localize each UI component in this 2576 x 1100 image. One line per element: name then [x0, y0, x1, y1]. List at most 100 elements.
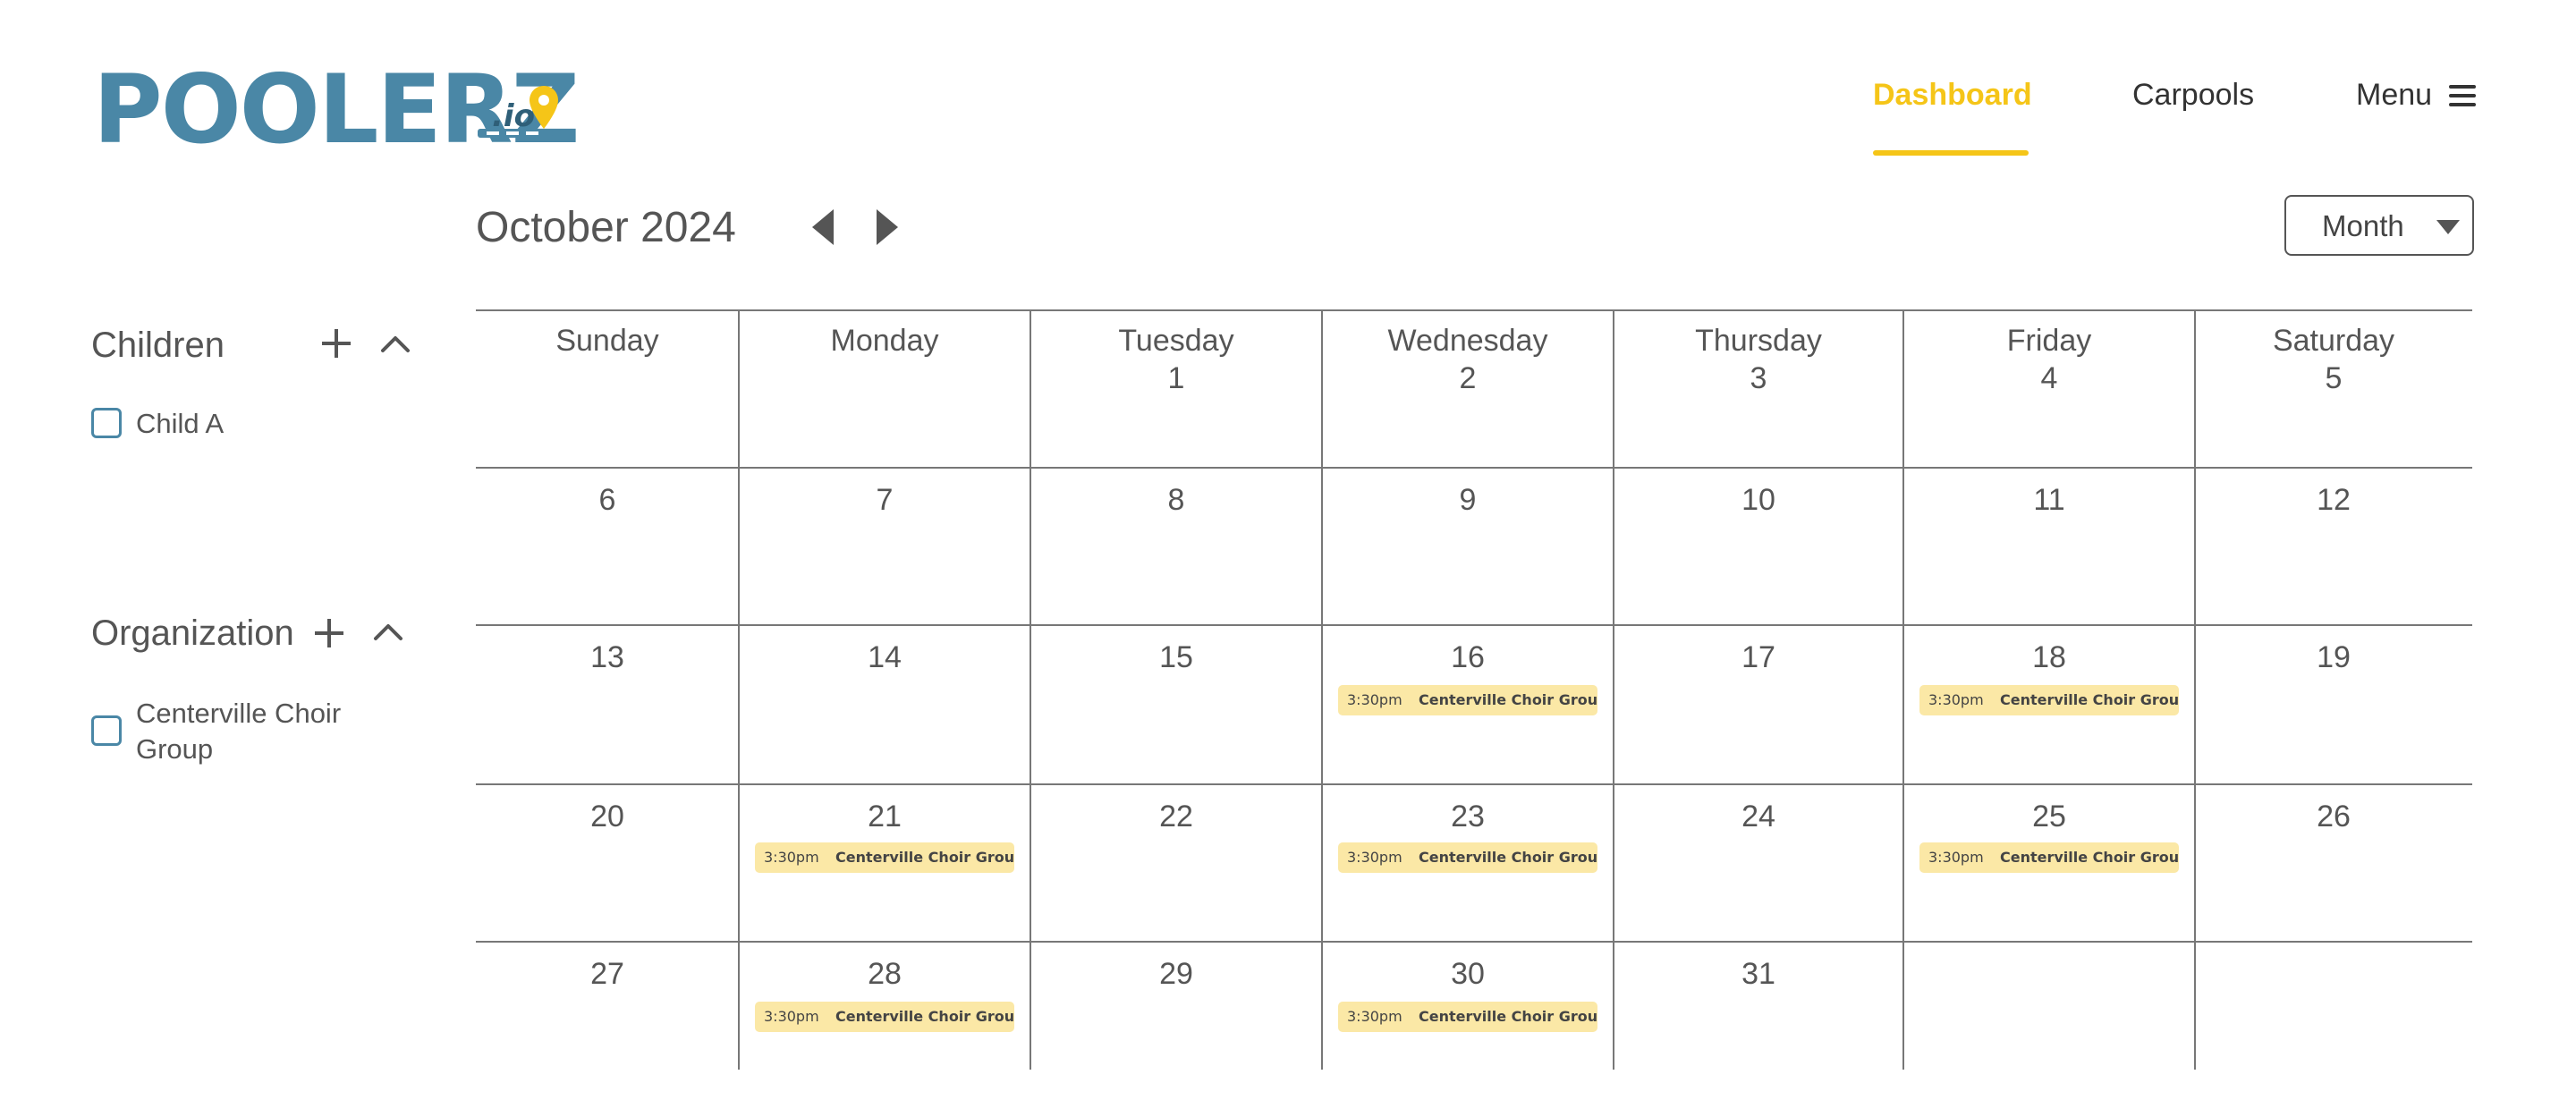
day-number: 11 [2033, 483, 2065, 517]
day-cell-8[interactable]: 8 [1030, 467, 1322, 624]
day-number: 24 [1741, 800, 1775, 833]
day-cell-30[interactable]: 30 3:30pm Centerville Choir Group [1322, 941, 1614, 1070]
day-number: 17 [1741, 640, 1775, 674]
event-name: Centerville Choir Group [1419, 691, 1597, 708]
weekday-header: Monday [830, 324, 939, 358]
calendar-event-chip[interactable]: 3:30pm Centerville Choir Group [1338, 685, 1597, 715]
day-number: 9 [1459, 483, 1477, 517]
day-cell-4[interactable]: Friday 4 [1903, 309, 2195, 467]
day-number: 31 [1741, 957, 1775, 991]
collapse-children-icon[interactable] [379, 327, 411, 360]
day-number: 25 [2032, 800, 2066, 833]
day-cell-5[interactable]: Saturday 5 [2195, 309, 2472, 467]
calendar-view-value: Month [2322, 209, 2404, 242]
day-number: 27 [590, 957, 624, 991]
weekday-header: Friday [2006, 324, 2092, 358]
day-cell-9[interactable]: 9 [1322, 467, 1614, 624]
day-number: 13 [590, 640, 624, 674]
weekday-header: Saturday [2272, 324, 2395, 358]
add-organization-icon[interactable] [313, 617, 345, 649]
empty-day-cell [2195, 941, 2472, 1070]
day-number: 5 [2325, 361, 2343, 395]
hamburger-icon[interactable] [2449, 84, 2476, 107]
day-number: 26 [2317, 800, 2351, 833]
day-number: 30 [1451, 957, 1485, 991]
calendar-grid: Sunday Monday Tuesday 1 Wednesday 2 Thursday 3 F… [476, 309, 2472, 1070]
event-name: Centerville Choir Group [2000, 691, 2179, 708]
day-cell-21[interactable]: 21 3:30pm Centerville Choir Group [739, 783, 1030, 941]
day-cell-24[interactable]: 24 [1614, 783, 1903, 941]
previous-month-icon[interactable] [809, 207, 837, 247]
organization-heading: Organization [91, 613, 294, 653]
day-cell-2[interactable]: Wednesday 2 [1322, 309, 1614, 467]
day-number: 20 [590, 800, 624, 833]
event-name: Centerville Choir Group [835, 849, 1014, 866]
nav-dashboard-link[interactable]: Dashboard [1873, 75, 2032, 114]
day-cell-7[interactable]: 7 [739, 467, 1030, 624]
day-number: 22 [1159, 800, 1193, 833]
day-cell-25[interactable]: 25 3:30pm Centerville Choir Group [1903, 783, 2195, 941]
collapse-organization-icon[interactable] [372, 615, 404, 647]
centerville-choir-label: Centerville Choir Group [136, 698, 342, 765]
weekday-header: Thursday [1695, 324, 1822, 358]
day-number: 14 [868, 640, 902, 674]
event-time: 3:30pm [1928, 849, 1984, 866]
day-cell-19[interactable]: 19 [2195, 624, 2472, 783]
day-number: 1 [1167, 361, 1185, 395]
day-number: 29 [1159, 957, 1193, 991]
day-number: 2 [1459, 361, 1477, 395]
day-cell-1[interactable]: Tuesday 1 [1030, 309, 1322, 467]
active-nav-indicator [1873, 150, 2029, 156]
calendar-event-chip[interactable]: 3:30pm Centerville Choir Group [1338, 1002, 1597, 1032]
day-cell-26[interactable]: 26 [2195, 783, 2472, 941]
nav-carpools-link[interactable]: Carpools [2132, 75, 2254, 114]
poolerz-logo[interactable]: POOLERZ .io [93, 61, 580, 159]
day-cell-27[interactable]: 27 [476, 941, 739, 1070]
event-name: Centerville Choir Group [1419, 1008, 1597, 1025]
event-time: 3:30pm [1347, 1008, 1402, 1025]
day-cell-17[interactable]: 17 [1614, 624, 1903, 783]
calendar-event-chip[interactable]: 3:30pm Centerville Choir Group [1919, 842, 2179, 873]
day-cell-20[interactable]: 20 [476, 783, 739, 941]
day-cell-31[interactable]: 31 [1614, 941, 1903, 1070]
day-cell-23[interactable]: 23 3:30pm Centerville Choir Group [1322, 783, 1614, 941]
event-name: Centerville Choir Group [1419, 849, 1597, 866]
calendar-view-select[interactable]: Month [2284, 195, 2474, 256]
child-a-checkbox[interactable] [91, 408, 122, 438]
day-number: 21 [868, 800, 902, 833]
centerville-choir-checkbox[interactable] [91, 715, 122, 746]
day-cell-18[interactable]: 18 3:30pm Centerville Choir Group [1903, 624, 2195, 783]
day-cell-13[interactable]: 13 [476, 624, 739, 783]
calendar-month-title: October 2024 [476, 204, 736, 251]
day-cell-14[interactable]: 14 [739, 624, 1030, 783]
day-number: 4 [2040, 361, 2058, 395]
day-cell-12[interactable]: 12 [2195, 467, 2472, 624]
day-cell-16[interactable]: 16 3:30pm Centerville Choir Group [1322, 624, 1614, 783]
calendar-event-chip[interactable]: 3:30pm Centerville Choir Group [1919, 685, 2179, 715]
day-cell-22[interactable]: 22 [1030, 783, 1322, 941]
add-child-icon[interactable] [320, 327, 352, 360]
child-a-label: Child A [136, 408, 225, 439]
calendar-event-chip[interactable]: 3:30pm Centerville Choir Group [755, 842, 1014, 873]
day-cell-28[interactable]: 28 3:30pm Centerville Choir Group [739, 941, 1030, 1070]
calendar-event-chip[interactable]: 3:30pm Centerville Choir Group [755, 1002, 1014, 1032]
car-icon [478, 129, 553, 138]
day-cell-29[interactable]: 29 [1030, 941, 1322, 1070]
day-cell-6[interactable]: 6 [476, 467, 739, 624]
children-heading: Children [91, 326, 225, 365]
day-number: 8 [1167, 483, 1185, 517]
day-cell-3[interactable]: Thursday 3 [1614, 309, 1903, 467]
event-name: Centerville Choir Group [2000, 849, 2179, 866]
next-month-icon[interactable] [873, 207, 902, 247]
day-number: 6 [598, 483, 616, 517]
event-time: 3:30pm [1347, 691, 1402, 708]
weekday-header: Tuesday [1118, 324, 1234, 358]
day-cell-11[interactable]: 11 [1903, 467, 2195, 624]
day-cell-15[interactable]: 15 [1030, 624, 1322, 783]
nav-menu-link[interactable]: Menu [2356, 75, 2432, 114]
empty-day-cell: Monday [739, 309, 1030, 467]
day-cell-10[interactable]: 10 [1614, 467, 1903, 624]
caret-down-icon [2436, 220, 2460, 234]
day-number: 16 [1451, 640, 1485, 674]
calendar-event-chip[interactable]: 3:30pm Centerville Choir Group [1338, 842, 1597, 873]
